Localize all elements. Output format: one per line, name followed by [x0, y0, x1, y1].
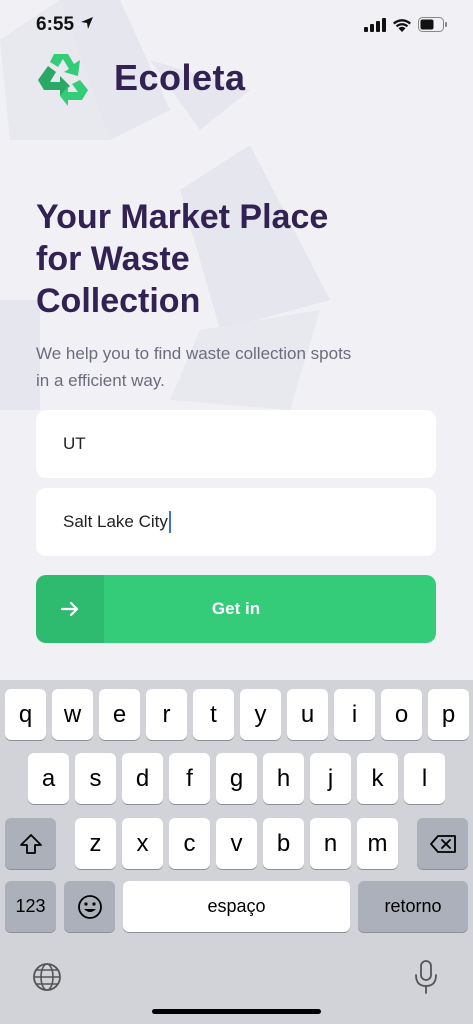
page-title: Your Market Place for Waste Collection — [36, 198, 329, 320]
key-l[interactable]: l — [404, 753, 445, 804]
get-in-button[interactable]: Get in — [36, 575, 436, 643]
key-d[interactable]: d — [122, 753, 163, 804]
numbers-key[interactable]: 123 — [5, 881, 56, 932]
city-input[interactable]: Salt Lake City — [36, 488, 436, 556]
key-g[interactable]: g — [216, 753, 257, 804]
keyboard: q w e r t y u i o p a s d f g h j k l z … — [0, 680, 473, 1024]
key-b[interactable]: b — [263, 818, 304, 869]
city-input-value: Salt Lake City — [63, 512, 168, 531]
page-subtitle: We help you to find waste collection spo… — [36, 344, 352, 390]
emoji-key[interactable] — [64, 881, 115, 932]
key-w[interactable]: w — [52, 689, 93, 740]
key-z[interactable]: z — [75, 818, 116, 869]
backspace-key[interactable] — [417, 818, 468, 869]
get-in-label: Get in — [211, 599, 261, 618]
key-p[interactable]: p — [428, 689, 469, 740]
key-j[interactable]: j — [310, 753, 351, 804]
cellular-signal-icon — [364, 18, 386, 32]
key-e[interactable]: e — [99, 689, 140, 740]
state-input-value: UT — [63, 434, 86, 453]
app-logo: Ecoleta — [34, 50, 246, 106]
wifi-icon — [393, 19, 411, 32]
status-bar: 6:55 — [0, 0, 473, 50]
key-v[interactable]: v — [216, 818, 257, 869]
key-y[interactable]: y — [240, 689, 281, 740]
recycle-icon — [38, 54, 88, 106]
key-f[interactable]: f — [169, 753, 210, 804]
key-q[interactable]: q — [5, 689, 46, 740]
return-key[interactable]: retorno — [358, 881, 468, 932]
logo-text: Ecoleta — [114, 57, 246, 98]
key-s[interactable]: s — [75, 753, 116, 804]
home-indicator — [152, 1009, 321, 1014]
backspace-icon — [429, 834, 456, 853]
space-key[interactable]: espaço — [123, 881, 350, 932]
shift-key[interactable] — [5, 818, 56, 869]
location-arrow-icon — [81, 17, 93, 29]
key-m[interactable]: m — [357, 818, 398, 869]
emoji-icon — [77, 894, 102, 919]
key-n[interactable]: n — [310, 818, 351, 869]
key-x[interactable]: x — [122, 818, 163, 869]
key-u[interactable]: u — [287, 689, 328, 740]
arrow-right-icon — [60, 601, 79, 617]
status-time: 6:55 — [36, 14, 75, 35]
key-k[interactable]: k — [357, 753, 398, 804]
battery-icon — [418, 17, 447, 32]
microphone-icon[interactable] — [412, 959, 440, 995]
key-h[interactable]: h — [263, 753, 304, 804]
key-r[interactable]: r — [146, 689, 187, 740]
key-c[interactable]: c — [169, 818, 210, 869]
globe-icon[interactable] — [31, 961, 63, 993]
text-caret — [168, 511, 171, 533]
key-t[interactable]: t — [193, 689, 234, 740]
key-i[interactable]: i — [334, 689, 375, 740]
shift-icon — [19, 833, 42, 854]
key-o[interactable]: o — [381, 689, 422, 740]
key-a[interactable]: a — [28, 753, 69, 804]
button-icon-box — [36, 575, 104, 643]
state-input[interactable]: UT — [36, 410, 436, 478]
